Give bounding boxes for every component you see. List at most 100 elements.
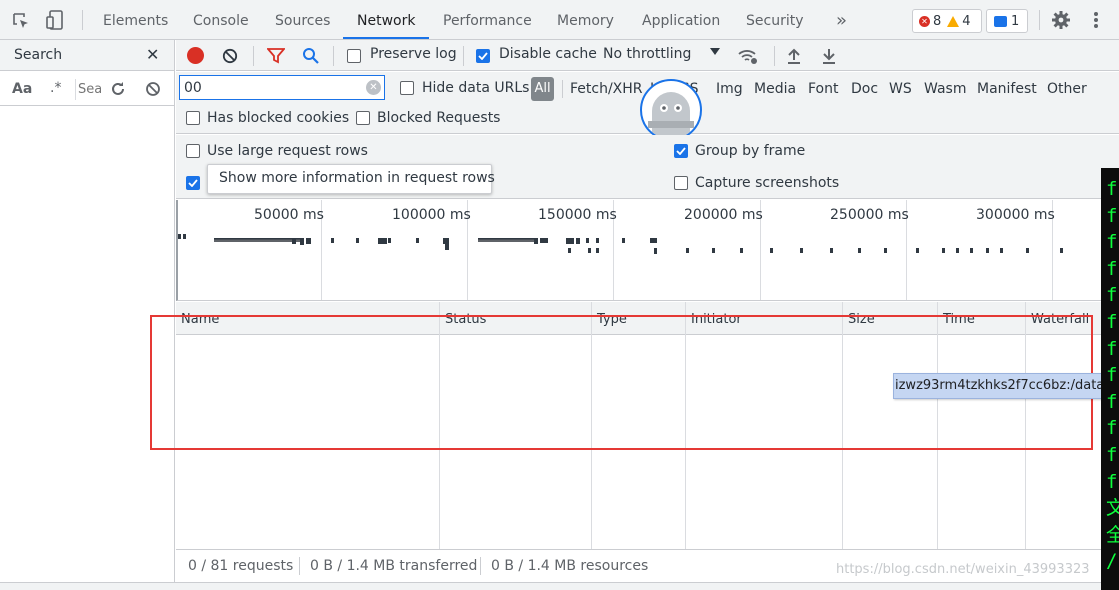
clear-icon[interactable]	[144, 80, 162, 98]
message-icon	[994, 15, 1007, 27]
search-panel-header: Search ✕	[0, 40, 174, 71]
has-blocked-cookies-label: Has blocked cookies	[207, 110, 350, 126]
throttling-select[interactable]: No throttling	[603, 46, 691, 62]
divider	[1039, 10, 1040, 30]
messages-counter[interactable]: 1	[986, 9, 1028, 33]
divider	[463, 46, 464, 66]
tab-elements[interactable]: Elements	[103, 0, 168, 40]
filter-type-font[interactable]: Font	[808, 81, 838, 97]
clear-filter-icon[interactable]: ✕	[366, 80, 381, 95]
filter-type-manifest[interactable]: Manifest	[977, 81, 1037, 97]
large-rows-checkbox[interactable]	[186, 144, 200, 158]
search-sidebar: Search ✕ Aa .*	[0, 40, 175, 590]
blocked-requests-checkbox[interactable]	[356, 111, 370, 125]
tab-console[interactable]: Console	[193, 0, 249, 40]
match-case-toggle[interactable]: Aa	[12, 81, 32, 97]
more-options-icon[interactable]	[1088, 9, 1104, 31]
capture-screenshots-checkbox[interactable]	[674, 176, 688, 190]
floating-avatar-icon[interactable]	[640, 79, 702, 141]
status-transferred: 0 B / 1.4 MB transferred	[310, 558, 478, 574]
more-tabs-button[interactable]: »	[836, 0, 847, 40]
terminal-line: f	[1106, 390, 1118, 413]
close-icon[interactable]: ✕	[146, 45, 159, 64]
timeline-tick-label: 200000 ms	[684, 207, 763, 223]
tab-security[interactable]: Security	[746, 0, 804, 40]
record-button[interactable]	[187, 47, 204, 64]
terminal-line: f	[1106, 284, 1118, 307]
error-count: 8	[933, 13, 942, 29]
import-har-icon[interactable]	[785, 46, 803, 66]
tooltip: Show more information in request rows	[207, 164, 495, 194]
selected-text-content: izwz93rm4tzkhks2f7cc6bz:/data/ap	[895, 378, 1119, 393]
network-conditions-icon[interactable]	[736, 45, 760, 67]
divider	[774, 46, 775, 66]
status-requests: 0 / 81 requests	[188, 558, 294, 574]
timeline-tick-label: 250000 ms	[830, 207, 909, 223]
tab-network[interactable]: Network	[343, 0, 429, 39]
terminal-line: f	[1106, 417, 1118, 440]
terminal-text: f f f f f f f f f f f f 文 全 /	[1106, 176, 1119, 575]
timeline-request-bars	[178, 234, 1063, 254]
terminal-line: f	[1106, 364, 1118, 387]
inspect-element-icon[interactable]	[10, 10, 32, 32]
timeline-overview[interactable]: 50000 ms 100000 ms 150000 ms 200000 ms 2…	[176, 200, 1101, 301]
divider	[299, 557, 300, 575]
group-by-frame-checkbox[interactable]	[674, 144, 688, 158]
divider	[82, 10, 83, 30]
terminal-line: f	[1106, 337, 1118, 360]
has-blocked-cookies-checkbox[interactable]	[186, 111, 200, 125]
throttling-dropdown-arrow-icon[interactable]	[710, 48, 720, 55]
filter-type-wasm[interactable]: Wasm	[924, 81, 966, 97]
refresh-icon[interactable]	[109, 80, 127, 98]
filter-type-all[interactable]: All	[531, 77, 554, 101]
terminal-line: f	[1106, 470, 1118, 493]
search-icon[interactable]	[301, 46, 321, 66]
filter-type-media[interactable]: Media	[754, 81, 796, 97]
message-count: 1	[1011, 13, 1020, 29]
background-terminal: f f f f f f f f f f f f 文 全 /	[1101, 168, 1119, 590]
filter-type-other[interactable]: Other	[1047, 81, 1087, 97]
export-har-icon[interactable]	[820, 46, 838, 66]
issues-counter[interactable]: ✕ 8 4	[912, 9, 982, 33]
hide-data-urls-checkbox[interactable]	[400, 81, 414, 95]
status-resources: 0 B / 1.4 MB resources	[491, 558, 649, 574]
tooltip-text: Show more information in request rows	[219, 170, 495, 186]
filter-input[interactable]	[179, 75, 385, 100]
disable-cache-checkbox[interactable]	[476, 49, 490, 63]
divider	[562, 80, 563, 98]
preserve-log-label: Preserve log	[370, 46, 457, 62]
regex-toggle[interactable]: .*	[50, 80, 61, 96]
terminal-line: 全	[1106, 523, 1119, 546]
selected-text: izwz93rm4tzkhks2f7cc6bz:/data/ap	[893, 373, 1119, 399]
filter-type-fetch-xhr[interactable]: Fetch/XHR	[570, 81, 643, 97]
filter-type-ws[interactable]: WS	[889, 81, 912, 97]
search-panel-title: Search	[14, 47, 63, 63]
divider	[253, 46, 254, 66]
terminal-line: f	[1106, 178, 1118, 200]
watermark: https://blog.csdn.net/weixin_43993323	[836, 562, 1090, 577]
timeline-tick-label: 300000 ms	[976, 207, 1055, 223]
tab-sources[interactable]: Sources	[275, 0, 330, 40]
disable-cache-label: Disable cache	[499, 46, 597, 62]
settings-gear-icon[interactable]	[1050, 9, 1072, 31]
device-toolbar-icon[interactable]	[44, 9, 66, 31]
divider	[480, 557, 481, 575]
devtools-tab-bar: Elements Console Sources Network Perform…	[0, 0, 1119, 40]
tab-application[interactable]: Application	[642, 0, 720, 40]
filter-icon[interactable]	[266, 47, 286, 65]
search-options-bar: Aa .*	[0, 72, 174, 106]
clear-log-icon[interactable]	[221, 47, 239, 65]
network-settings-pane: Use large request rows Show more informa…	[176, 135, 1119, 199]
preserve-log-checkbox[interactable]	[347, 49, 361, 63]
tab-memory[interactable]: Memory	[557, 0, 614, 40]
show-overview-checkbox[interactable]	[186, 176, 200, 190]
large-rows-label: Use large request rows	[207, 143, 368, 159]
filter-type-img[interactable]: Img	[716, 81, 743, 97]
capture-screenshots-label: Capture screenshots	[695, 175, 840, 191]
terminal-line: 文	[1106, 497, 1119, 520]
warning-icon	[947, 15, 960, 27]
divider	[333, 46, 334, 66]
tab-performance[interactable]: Performance	[443, 0, 532, 40]
search-input[interactable]	[75, 79, 101, 100]
filter-type-doc[interactable]: Doc	[851, 81, 878, 97]
